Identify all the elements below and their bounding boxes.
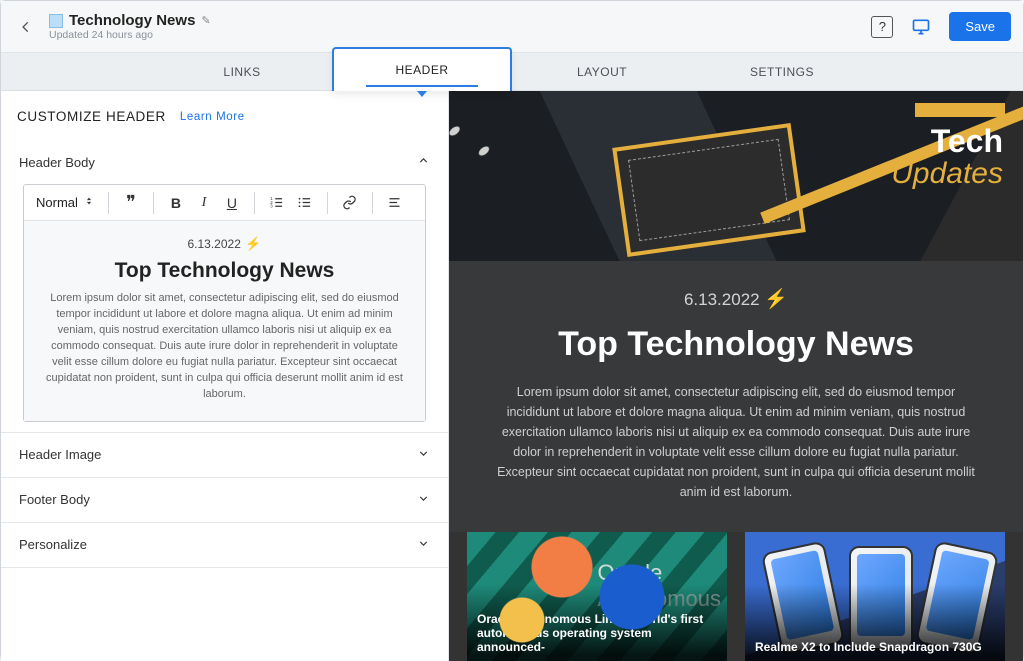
chevron-up-icon [417, 154, 430, 170]
rich-text-editor: Normal ❞ B I U 123 [23, 184, 426, 422]
editor-date: 6.13.2022 [187, 237, 240, 251]
section-header-body[interactable]: Header Body [17, 140, 432, 184]
caret-updown-icon [84, 195, 94, 210]
article-card[interactable]: Realme X2 to Include Snapdragon 730G [745, 532, 1005, 661]
card-ghost-title: Oracle [597, 560, 721, 586]
tab-links[interactable]: LINKS [152, 53, 332, 90]
card-ghost-sub: Autonomous [597, 586, 721, 612]
chevron-down-icon [417, 447, 430, 463]
preview-paragraph: Lorem ipsum dolor sit amet, consectetur … [489, 382, 983, 502]
preview-title: Top Technology News [489, 325, 983, 364]
article-card[interactable]: Oracle Autonomous Oracle Autonomous Linu… [467, 532, 727, 661]
newspaper-icon [49, 14, 63, 28]
editor-unordered-list-button[interactable] [293, 191, 317, 215]
tab-header-label: HEADER [395, 63, 448, 77]
help-icon[interactable]: ? [871, 16, 893, 38]
section-header-image-label: Header Image [19, 447, 101, 462]
preview-pane: Tech Updates 6.13.2022 ⚡ Top Technology … [449, 91, 1023, 661]
page-updated-text: Updated 24 hours ago [49, 29, 211, 41]
section-personalize[interactable]: Personalize [17, 523, 432, 567]
page-title: Technology News [69, 12, 195, 29]
svg-text:3: 3 [271, 204, 274, 209]
editor-paragraph: Lorem ipsum dolor sit amet, consectetur … [42, 291, 407, 403]
editor-align-button[interactable] [383, 191, 407, 215]
section-header-body-label: Header Body [19, 155, 95, 170]
back-button[interactable] [13, 14, 39, 40]
card-caption: Oracle Autonomous Linux: World's first a… [477, 612, 717, 654]
section-footer-body-label: Footer Body [19, 492, 90, 507]
section-header-image[interactable]: Header Image [17, 433, 432, 477]
editor-content-area[interactable]: 6.13.2022 ⚡ Top Technology News Lorem ip… [24, 221, 425, 421]
bolt-icon: ⚡ [245, 236, 261, 251]
preview-date: 6.13.2022 [684, 290, 760, 309]
editor-italic-button[interactable]: I [192, 191, 216, 215]
editor-format-value: Normal [36, 195, 78, 210]
chevron-down-icon [417, 537, 430, 553]
editor-ordered-list-button[interactable]: 123 [265, 191, 289, 215]
chevron-down-icon [417, 492, 430, 508]
editor-bold-button[interactable]: B [164, 191, 188, 215]
tab-layout[interactable]: LAYOUT [512, 53, 692, 90]
editor-blockquote-button[interactable]: ❞ [119, 191, 143, 215]
editor-link-button[interactable] [338, 191, 362, 215]
tab-header[interactable]: HEADER [332, 47, 512, 91]
editor-title: Top Technology News [42, 259, 407, 283]
section-footer-body[interactable]: Footer Body [17, 478, 432, 522]
save-button[interactable]: Save [949, 12, 1011, 41]
section-personalize-label: Personalize [19, 537, 87, 552]
brand-title-1: Tech [931, 123, 1003, 160]
preview-desktop-icon[interactable] [907, 13, 935, 41]
brand-title-2: Updates [891, 157, 1003, 191]
customize-header-heading: CUSTOMIZE HEADER [17, 109, 166, 124]
editor-underline-button[interactable]: U [220, 191, 244, 215]
tab-settings[interactable]: SETTINGS [692, 53, 872, 90]
card-caption: Realme X2 to Include Snapdragon 730G [755, 640, 995, 654]
editor-format-select[interactable]: Normal [32, 193, 98, 212]
edit-title-icon[interactable]: ✎ [201, 14, 210, 27]
learn-more-link[interactable]: Learn More [180, 111, 245, 123]
bolt-icon: ⚡ [764, 289, 788, 310]
